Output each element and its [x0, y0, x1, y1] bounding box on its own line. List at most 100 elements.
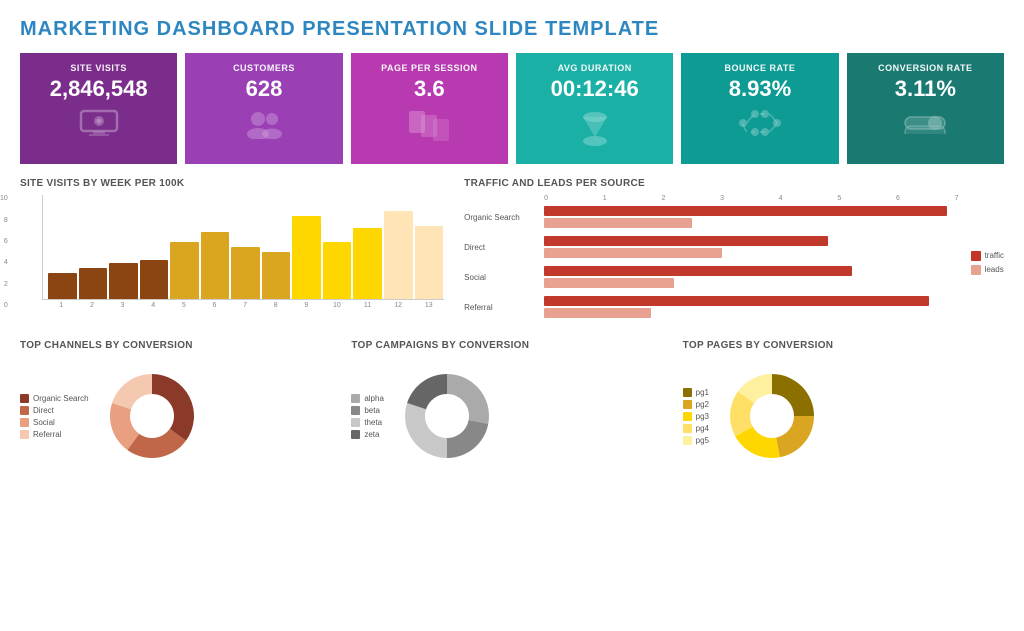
kpi-card-avg-duration: AVG DURATION 00:12:46 [516, 53, 673, 164]
bar-8 [292, 216, 321, 299]
bar-xlabel-11: 12 [383, 302, 414, 309]
donut-legend-dot [683, 412, 692, 421]
bar-chart-area [42, 195, 444, 300]
kpi-icon-page-per-session [407, 109, 451, 148]
hbar-xlabel: 6 [896, 195, 900, 202]
kpi-icon-avg-duration [579, 109, 611, 156]
donut-segment [152, 374, 194, 441]
hbar-xlabel: 4 [779, 195, 783, 202]
bar-xlabel-12: 13 [414, 302, 445, 309]
bar-group-4 [169, 195, 200, 299]
donut-legend-label: pg4 [696, 424, 709, 433]
donut-legend-item: Social [20, 418, 89, 427]
hbar-chart-title: TRAFFIC and LEADS Per Source [464, 178, 1004, 189]
kpi-value-avg-duration: 00:12:46 [551, 77, 639, 101]
charts-row-1: SITE VISITS by Week per 100k 10 8 6 4 2 … [20, 178, 1004, 330]
donut-legend-item: Organic Search [20, 394, 89, 403]
hbar-row-label-2: Social [464, 273, 486, 282]
kpi-card-bounce-rate: BOUNCE RATE 8.93% [681, 53, 838, 164]
donut-legend-item: alpha [351, 394, 384, 403]
donut-legend-dot [351, 430, 360, 439]
donut-legend-label: zeta [364, 430, 379, 439]
bar-xlabel-9: 10 [322, 302, 353, 309]
donut-segment [405, 403, 447, 458]
bar-group-11 [383, 195, 414, 299]
bar-chart-box: SITE VISITS by Week per 100k 10 8 6 4 2 … [20, 178, 444, 330]
bar-10 [353, 228, 382, 299]
donut-legend-label: Referral [33, 430, 61, 439]
bar-chart-xaxis: 12345678910111213 [46, 302, 444, 309]
bar-12 [415, 226, 444, 299]
donut-legend-label: pg5 [696, 436, 709, 445]
donut-legend-item: beta [351, 406, 384, 415]
kpi-icon-bounce-rate [738, 109, 782, 144]
kpi-card-customers: CUSTOMERS 628 [185, 53, 342, 164]
bar-chart-title: SITE VISITS by Week per 100k [20, 178, 444, 189]
bar-xlabel-1: 2 [77, 302, 108, 309]
donut-legend-item: Direct [20, 406, 89, 415]
bar-group-5 [200, 195, 231, 299]
donut-legend-dot [683, 424, 692, 433]
donut-legend-label: pg1 [696, 388, 709, 397]
donut-legend-label: beta [364, 406, 380, 415]
hbar-wrapper: 01234567 Organic SearchDirectSocialRefer… [464, 195, 1004, 330]
hbar-row-0: Organic Search [544, 206, 958, 228]
bar-1 [79, 268, 108, 299]
hbar-row-label-3: Referral [464, 303, 492, 312]
bar-xlabel-4: 5 [169, 302, 200, 309]
legend-label: traffic [985, 251, 1004, 260]
page-title: MARKETING DASHBOARD PRESENTATION SLIDE T… [20, 18, 1004, 41]
kpi-card-conversion-rate: CONVERSION RATE 3.11% [847, 53, 1004, 164]
hbar-leads-2 [544, 278, 674, 288]
donut-legend-dot [351, 418, 360, 427]
bar-group-1 [78, 195, 109, 299]
bar-11 [384, 211, 413, 299]
donut-segment [772, 374, 814, 416]
donut-segment [447, 420, 488, 458]
legend-dot [971, 265, 981, 275]
bar-xlabel-2: 3 [107, 302, 138, 309]
hbar-chart-box: TRAFFIC and LEADS Per Source 01234567 Or… [464, 178, 1004, 330]
bar-6 [231, 247, 260, 299]
hbar-legend-item: leads [971, 265, 1004, 275]
legend-label: leads [985, 265, 1004, 274]
donut-campaigns-area: alphabetathetazeta [351, 361, 672, 471]
donut-legend-item: pg5 [683, 436, 709, 445]
hbar-traffic-1 [544, 236, 828, 246]
bar-group-0 [47, 195, 78, 299]
hbar-xaxis-top: 01234567 [464, 195, 958, 202]
hbar-xlabel: 2 [661, 195, 665, 202]
kpi-icon-conversion-rate [903, 109, 947, 141]
bar-xlabel-5: 6 [199, 302, 230, 309]
donut-pages-chart [717, 361, 827, 471]
hbar-xlabel: 0 [544, 195, 548, 202]
bar-3 [140, 260, 169, 300]
bar-xlabel-7: 8 [260, 302, 291, 309]
bar-4 [170, 242, 199, 299]
bar-chart-yaxis: 10 8 6 4 2 0 [0, 195, 8, 309]
donut-legend-label: Organic Search [33, 394, 89, 403]
kpi-icon-site-visits [79, 109, 119, 144]
donut-campaigns-legend: alphabetathetazeta [351, 394, 384, 439]
bar-xlabel-0: 1 [46, 302, 77, 309]
donut-channels-title: TOP CHANNELS by Conversion [20, 340, 341, 351]
donut-legend-label: Direct [33, 406, 54, 415]
hbar-chart-area: Organic SearchDirectSocialReferral [464, 206, 958, 330]
donut-legend-item: pg1 [683, 388, 709, 397]
kpi-label-bounce-rate: BOUNCE RATE [725, 63, 796, 73]
donut-channels-area: Organic Search Direct Social Referral [20, 361, 341, 471]
hbar-traffic-0 [544, 206, 947, 216]
hbar-xlabel: 3 [720, 195, 724, 202]
hbar-track-1 [544, 236, 958, 258]
donut-legend-item: zeta [351, 430, 384, 439]
hbar-track-0 [544, 206, 958, 228]
bar-group-9 [322, 195, 353, 299]
donut-legend-dot [20, 406, 29, 415]
donut-pages-title: TOP PAGES by Conversion [683, 340, 1004, 351]
hbar-leads-0 [544, 218, 692, 228]
donut-segment [447, 374, 489, 424]
hbar-main: 01234567 Organic SearchDirectSocialRefer… [464, 195, 958, 330]
hbar-leads-3 [544, 308, 651, 318]
bar-group-8 [291, 195, 322, 299]
kpi-label-avg-duration: AVG DURATION [558, 63, 632, 73]
